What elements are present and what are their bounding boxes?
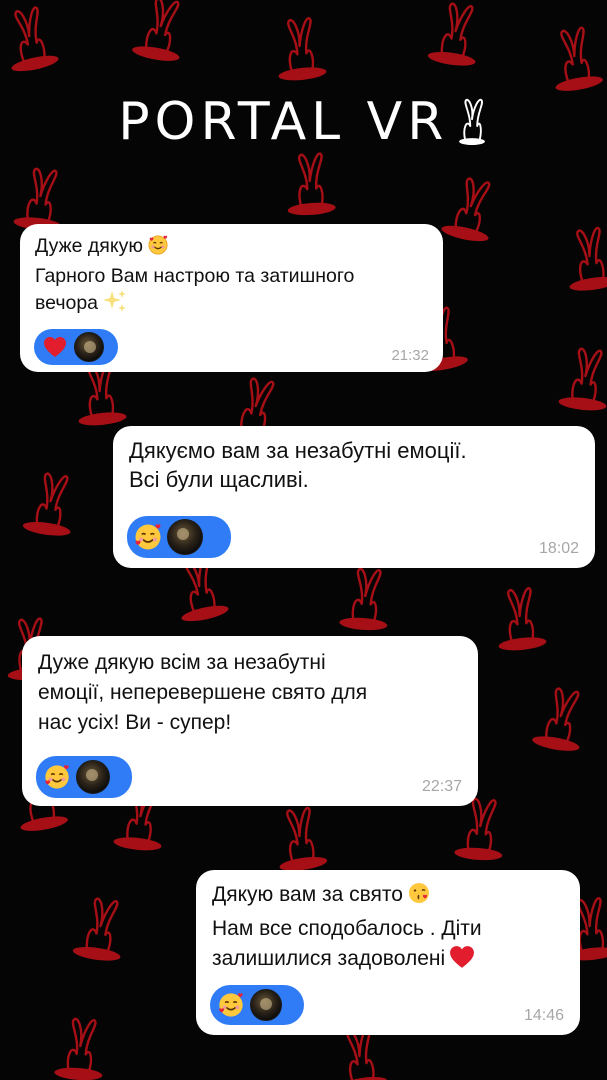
message-text: Дуже дякую Гарного Вам настрою та затишн… xyxy=(35,234,354,321)
message-timestamp: 18:02 xyxy=(538,540,579,557)
message-bubble-4: Дякую вам за свято Нам все сподобалось .… xyxy=(196,870,580,1035)
message-line: Дуже дякую всім за незабутні xyxy=(38,651,326,674)
message-line: нас усіх! Ви - супер! xyxy=(38,710,232,734)
brand-logo: PORTAL VR xyxy=(0,92,607,152)
message-text: Дуже дякую всім за незабутні емоції, неп… xyxy=(38,648,367,737)
red-heart-icon xyxy=(449,945,475,978)
reaction-pill[interactable] xyxy=(36,756,132,798)
logo-text: PORTAL VR xyxy=(118,92,449,152)
red-heart-icon xyxy=(40,332,70,362)
smiling-face-with-hearts-icon xyxy=(147,234,169,264)
message-line: Гарного Вам настрою та затишного xyxy=(35,264,355,287)
avatar xyxy=(167,519,203,555)
message-bubble-1: Дуже дякую Гарного Вам настрою та затишн… xyxy=(20,224,443,372)
message-line: емоції, неперевершене свято для xyxy=(38,680,368,704)
message-timestamp: 21:32 xyxy=(391,347,429,364)
message-line: Нам все сподобалось . Діти xyxy=(212,916,482,940)
avatar xyxy=(76,760,110,794)
message-line: вечора xyxy=(35,292,99,315)
sparkles-icon xyxy=(102,289,128,321)
message-line: Дякуємо вам за незабутні емоції. xyxy=(129,438,467,463)
smiling-face-with-hearts-icon xyxy=(133,522,163,552)
reaction-pill[interactable] xyxy=(127,516,231,558)
avatar xyxy=(74,332,104,362)
message-line: залишилися задоволені xyxy=(212,946,446,970)
message-timestamp: 14:46 xyxy=(523,1007,564,1024)
message-timestamp: 22:37 xyxy=(421,778,462,795)
message-bubble-2: Дякуємо вам за незабутні емоції. Всі бул… xyxy=(113,426,595,568)
message-line: Дуже дякую xyxy=(35,235,143,257)
avatar xyxy=(250,989,282,1021)
message-line: Дякую вам за свято xyxy=(212,883,403,906)
reaction-pill[interactable] xyxy=(210,985,304,1025)
reaction-pill[interactable] xyxy=(34,329,118,365)
bunny-logo-icon xyxy=(455,95,489,150)
face-blowing-a-kiss-icon xyxy=(407,881,431,914)
message-bubble-3: Дуже дякую всім за незабутні емоції, неп… xyxy=(22,636,478,806)
message-text: Дякую вам за свято Нам все сподобалось .… xyxy=(212,880,482,977)
message-text: Дякуємо вам за незабутні емоції. Всі бул… xyxy=(129,436,467,494)
smiling-face-with-hearts-icon xyxy=(216,990,246,1020)
smiling-face-with-hearts-icon xyxy=(42,762,72,792)
message-line: Всі були щасливі. xyxy=(129,467,309,493)
